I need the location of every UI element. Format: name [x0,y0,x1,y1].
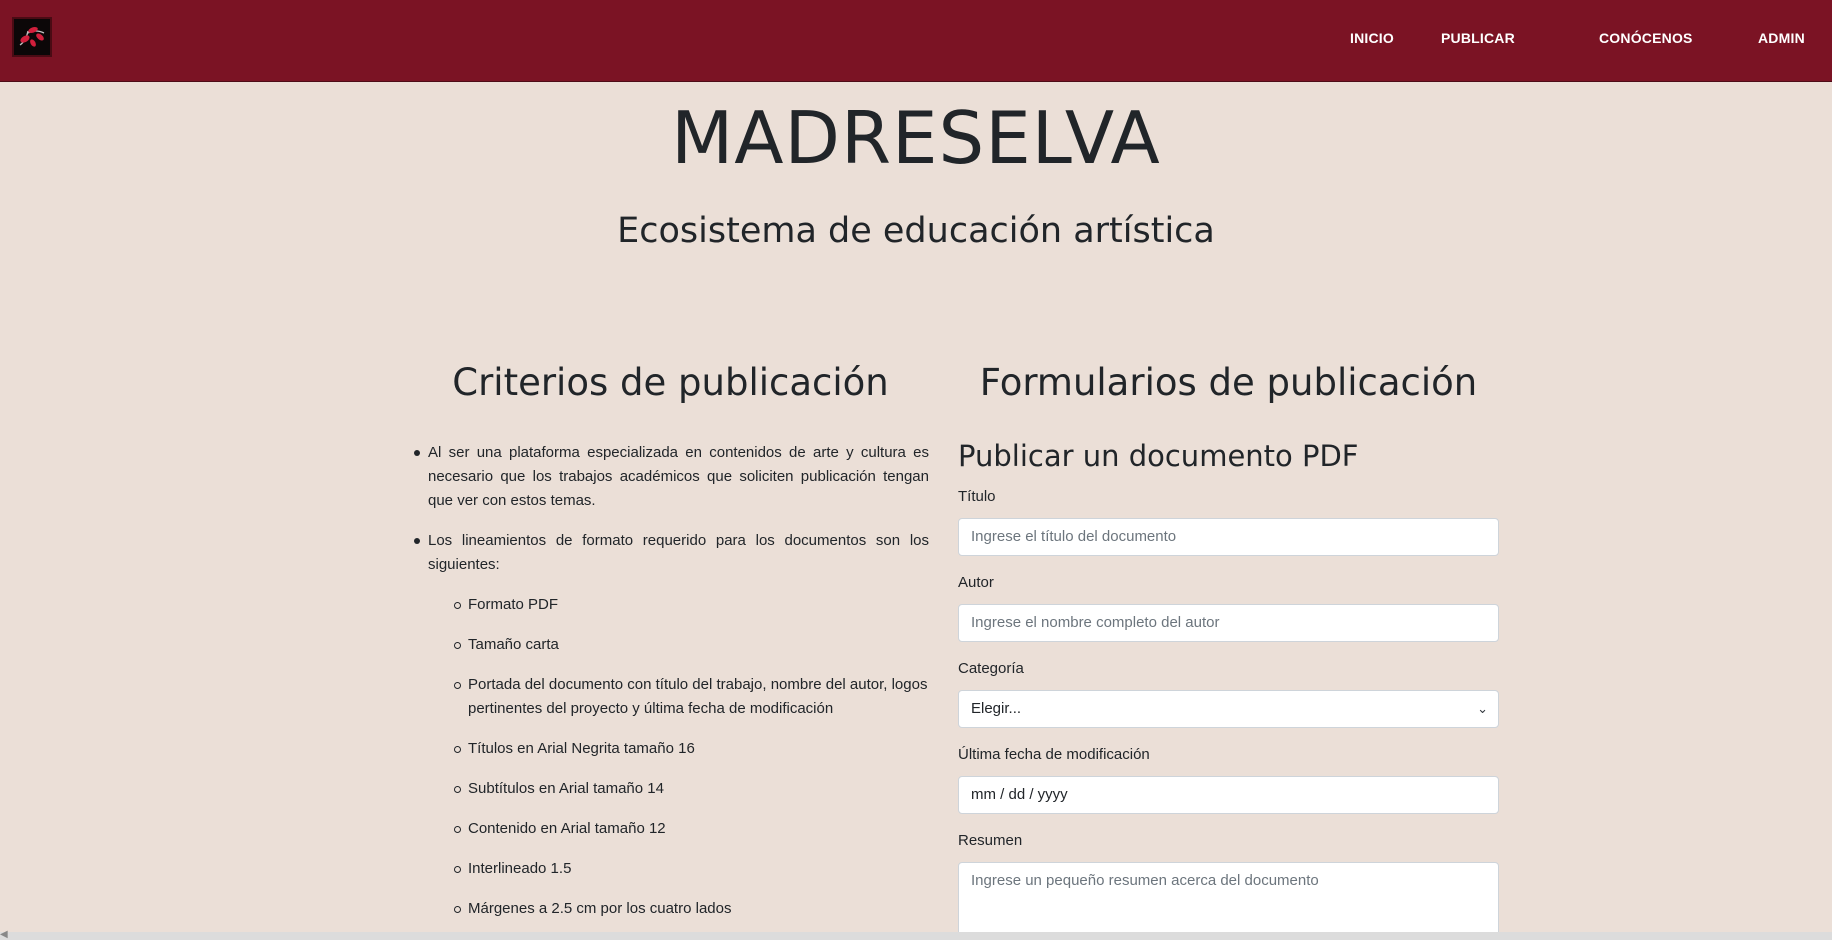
author-label: Autor [958,574,994,591]
list-item: Tamaño carta [428,633,929,657]
list-item: Formato PDF [428,593,929,617]
forms-section: Formularios de publicación Publicar un d… [958,355,1499,937]
site-subtitle: Ecosistema de educación artística [617,211,1215,251]
list-item: Títulos en Arial Negrita tamaño 16 [428,737,929,761]
criteria-item-text: Los lineamientos de formato requerido pa… [428,532,929,573]
author-input[interactable]: Ingrese el nombre completo del autor [958,604,1499,642]
criteria-list: Al ser una plataforma especializada en c… [412,441,929,937]
list-item: Contenido en Arial tamaño 12 [428,817,929,841]
title-label: Título [958,488,996,505]
format-list: Formato PDF Tamaño carta Portada del doc… [428,593,929,921]
chevron-down-icon: ⌄ [1477,701,1488,716]
madreselva-logo-icon[interactable] [12,17,52,57]
scroll-left-icon[interactable]: ◀ [0,929,8,940]
criteria-title: Criterios de publicación [452,361,889,404]
title-input[interactable]: Ingrese el título del documento [958,518,1499,556]
pdf-form-title: Publicar un documento PDF [958,439,1359,473]
list-item: Subtítulos en Arial tamaño 14 [428,777,929,801]
list-item: Interlineado 1.5 [428,857,929,881]
nav-conocenos[interactable]: CONÓCENOS [1599,30,1693,46]
date-label: Última fecha de modificación [958,746,1150,763]
list-item: Portada del documento con título del tra… [428,673,929,721]
category-select[interactable]: Elegir... ⌄ [958,690,1499,728]
top-navbar: INICIO PUBLICAR CONÓCENOS ADMIN [0,0,1832,82]
horizontal-scrollbar[interactable]: ◀ [0,929,1832,940]
nav-inicio[interactable]: INICIO [1350,30,1394,46]
nav-publicar[interactable]: PUBLICAR [1441,30,1515,46]
list-item: Márgenes a 2.5 cm por los cuatro lados [428,897,929,921]
summary-textarea[interactable]: Ingrese un pequeño resumen acerca del do… [958,862,1499,937]
date-input[interactable]: mm / dd / yyyy [958,776,1499,814]
criteria-item-text: Al ser una plataforma especializada en c… [428,444,929,509]
category-select-value: Elegir... [971,700,1022,717]
summary-label: Resumen [958,832,1023,849]
site-title: MADRESELVA [671,96,1161,180]
criteria-section: Criterios de publicación Al ser una plat… [412,355,929,917]
list-item: Al ser una plataforma especializada en c… [412,441,929,513]
nav-admin[interactable]: ADMIN [1758,30,1805,46]
category-label: Categoría [958,660,1024,677]
forms-title: Formularios de publicación [979,361,1478,404]
list-item: Los lineamientos de formato requerido pa… [412,529,929,921]
